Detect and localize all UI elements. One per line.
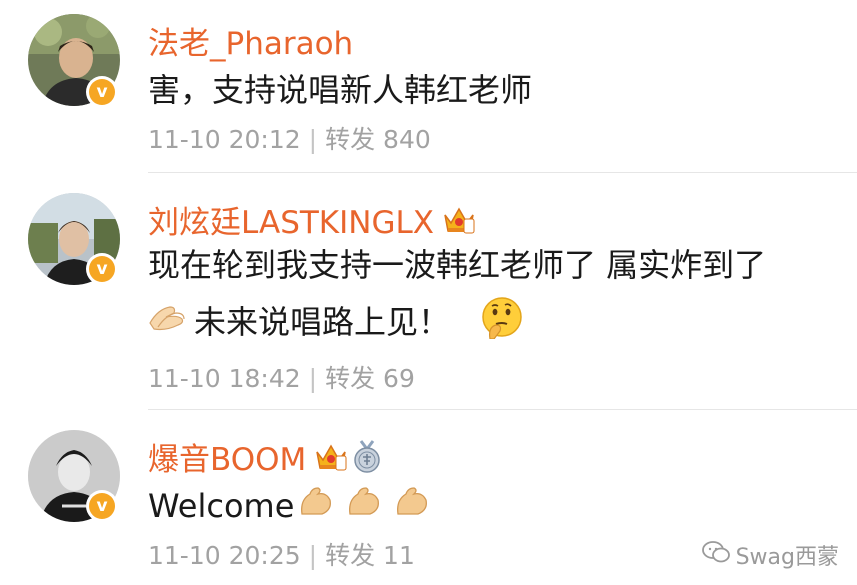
crown-icon xyxy=(442,205,476,235)
flexed-biceps-emoji xyxy=(394,484,430,527)
timestamp: 11-10 20:25 xyxy=(148,541,301,570)
timestamp: 11-10 18:42 xyxy=(148,364,301,393)
comment-meta: 11-10 20:12 | 转发 840 xyxy=(148,120,431,156)
repost-count: 69 xyxy=(383,364,415,393)
repost-button[interactable]: 转发 840 xyxy=(325,125,431,154)
verified-badge-icon: v xyxy=(86,490,118,522)
meta-separator: | xyxy=(308,125,318,154)
timestamp: 11-10 20:12 xyxy=(148,125,301,154)
username[interactable]: 法老_Pharaoh xyxy=(148,18,353,63)
username[interactable]: 刘炫廷LASTKINGLX xyxy=(148,197,476,242)
watermark-text: Swag西蒙 xyxy=(735,545,839,570)
username[interactable]: 爆音BOOM xyxy=(148,434,382,479)
comment-item-2: v 刘炫廷LASTKINGLX 现在轮到我支持一波韩红老师了 属实炸到了 未来说… xyxy=(0,173,857,409)
thinking-face-emoji xyxy=(480,295,524,348)
crown-icon xyxy=(314,442,348,472)
repost-button[interactable]: 转发 11 xyxy=(325,541,415,570)
comment-text: Welcome xyxy=(148,484,430,527)
repost-count: 11 xyxy=(383,541,415,570)
watermark: Swag西蒙 xyxy=(701,539,839,571)
comment-text: 害，支持说唱新人韩红老师 xyxy=(148,71,533,109)
meta-separator: | xyxy=(308,364,318,393)
flexed-biceps-emoji xyxy=(346,484,382,527)
wechat-icon xyxy=(701,540,730,570)
clap-hands-emoji xyxy=(148,301,188,342)
comment-meta: 11-10 20:25 | 转发 11 xyxy=(148,536,415,572)
comment-text-line2: 未来说唱路上见！ xyxy=(148,295,524,348)
meta-separator: | xyxy=(308,541,318,570)
flexed-biceps-emoji xyxy=(298,484,334,527)
comment-item-1: v 法老_Pharaoh 害，支持说唱新人韩红老师 11-10 20:12 | 转发… xyxy=(0,0,857,172)
repost-button[interactable]: 转发 69 xyxy=(325,364,415,393)
verified-badge-icon: v xyxy=(86,76,118,108)
comment-text: 现在轮到我支持一波韩红老师了 属实炸到了 xyxy=(148,246,767,284)
repost-count: 840 xyxy=(383,125,431,154)
comment-meta: 11-10 18:42 | 转发 69 xyxy=(148,359,415,395)
verified-badge-icon: v xyxy=(86,253,118,285)
medal-icon xyxy=(352,439,382,474)
